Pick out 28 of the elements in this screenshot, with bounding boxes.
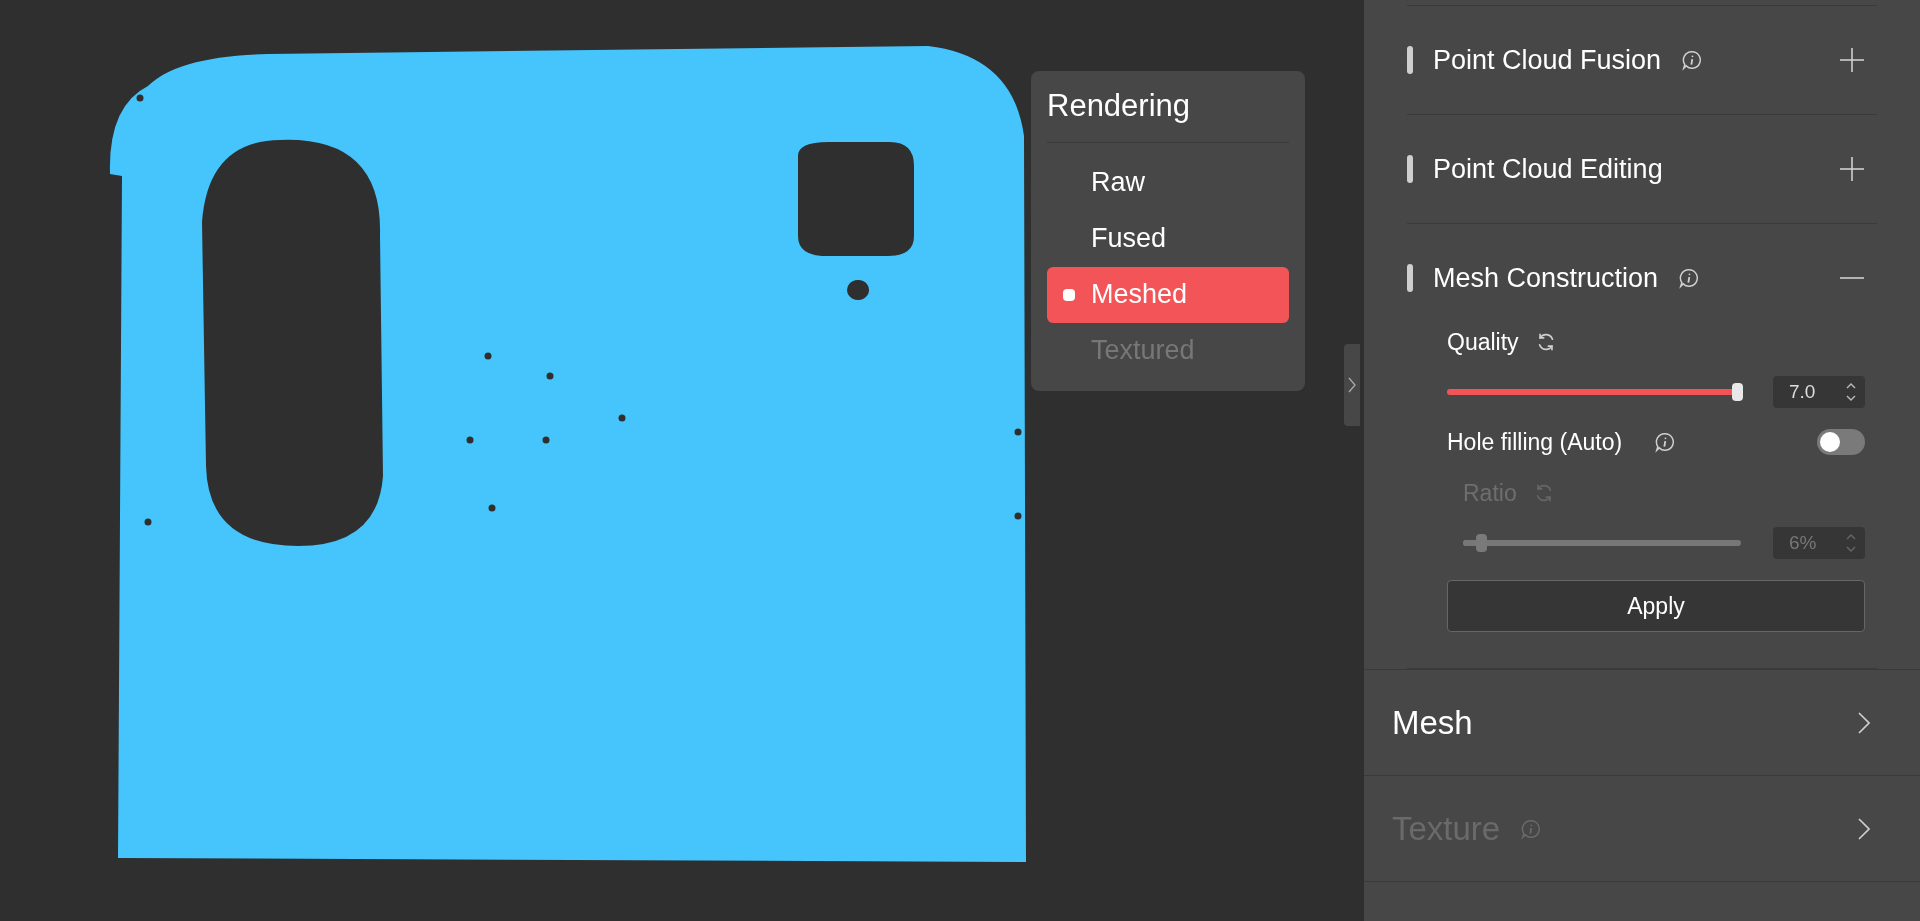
- apply-button[interactable]: Apply: [1447, 580, 1865, 632]
- toggle-switch[interactable]: [1817, 429, 1865, 455]
- section-marker: [1407, 46, 1413, 74]
- expand-icon[interactable]: [1839, 47, 1865, 73]
- menu-title: Rendering: [1047, 83, 1289, 143]
- slider-thumb[interactable]: [1732, 383, 1744, 401]
- info-icon[interactable]: [1654, 431, 1677, 453]
- section-title[interactable]: Mesh Construction: [1433, 257, 1659, 299]
- info-icon[interactable]: [1678, 267, 1701, 289]
- expand-icon[interactable]: [1839, 156, 1865, 182]
- info-icon[interactable]: [1681, 49, 1704, 71]
- slider-track[interactable]: [1463, 534, 1741, 552]
- number-field[interactable]: 7.0: [1773, 376, 1865, 408]
- chevron-right-icon[interactable]: [1858, 710, 1870, 735]
- section-title[interactable]: Point Cloud Fusion: [1433, 39, 1662, 81]
- section-title[interactable]: Point Cloud Editing: [1433, 148, 1663, 190]
- panel-handle[interactable]: [1344, 344, 1360, 426]
- menu-item[interactable]: Fused: [1047, 210, 1289, 267]
- hole-filling-label: Hole filling (Auto): [1447, 427, 1623, 457]
- section-marker: [1407, 155, 1413, 183]
- section-header[interactable]: Point Cloud Editing: [1407, 115, 1877, 223]
- category-row[interactable]: Mesh: [1364, 670, 1920, 776]
- chevron-right-icon[interactable]: [1348, 377, 1356, 393]
- slider-track[interactable]: [1447, 383, 1741, 401]
- stepper-icon[interactable]: [1845, 381, 1857, 403]
- section-marker: [1407, 264, 1413, 292]
- quality-label: Quality: [1447, 327, 1519, 357]
- menu-item[interactable]: Raw: [1047, 154, 1289, 211]
